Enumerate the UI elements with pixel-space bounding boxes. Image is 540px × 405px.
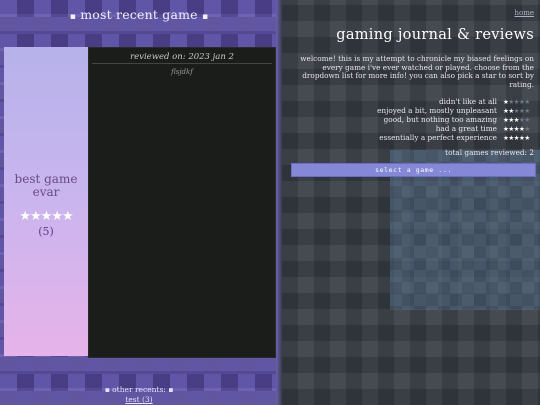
review-date: reviewed on: 2023 jan 2 [130, 52, 234, 62]
review-divider [92, 63, 272, 64]
most-recent-heading: ▪ most recent game ▪ [0, 7, 278, 22]
other-recents-label: other recents: [112, 385, 166, 394]
star-icon[interactable]: ★ [524, 98, 530, 106]
legend-label: enjoyed a bit, mostly unpleasant [377, 106, 497, 115]
star-icon[interactable]: ★ [524, 107, 530, 115]
star-icon[interactable]: ★ [524, 134, 530, 142]
intro-text: welcome! this is my attempt to chronicle… [300, 54, 534, 90]
bullet-icon: ▪ [104, 385, 110, 394]
star-rating-icon[interactable]: ★★★★★ [503, 125, 534, 133]
legend-label: good, but nothing too amazing [383, 115, 497, 124]
star-rating-icon[interactable]: ★★★★★ [503, 134, 534, 142]
legend-row[interactable]: didn't like at all ★★★★★ [286, 97, 534, 106]
featured-game-name: best game evar [14, 172, 78, 199]
featured-game-card[interactable]: best game evar ★★★★★ (5) [4, 47, 88, 356]
review-text: flsjdkf [171, 68, 193, 76]
other-recents-heading: ▪ other recents: ▪ [0, 385, 278, 394]
most-recent-title: most recent game [80, 7, 198, 22]
page-title: gaming journal & reviews [336, 27, 534, 43]
total-games: total games reviewed: 2 [445, 148, 534, 157]
other-recent-link[interactable]: test (3) [0, 395, 278, 404]
star-icon[interactable]: ★ [524, 125, 530, 133]
legend-label: essentially a perfect experience [379, 133, 497, 142]
featured-rating: (5) [38, 225, 54, 238]
star-icon[interactable]: ★ [524, 116, 530, 124]
rating-legend: didn't like at all ★★★★★ enjoyed a bit, … [286, 97, 534, 142]
game-select-dropdown[interactable]: select a game ... [291, 163, 536, 177]
legend-row[interactable]: enjoyed a bit, mostly unpleasant ★★★★★ [286, 106, 534, 115]
review-panel: reviewed on: 2023 jan 2 flsjdkf [88, 47, 276, 358]
square-bullet-icon: ▪ [69, 12, 77, 22]
bullet-icon: ▪ [168, 385, 174, 394]
legend-label: didn't like at all [439, 97, 497, 106]
star-rating-icon[interactable]: ★★★★★ [503, 107, 534, 115]
star-rating-icon[interactable]: ★★★★★ [503, 98, 534, 106]
total-count: 2 [529, 148, 534, 157]
home-link[interactable]: home [514, 9, 534, 17]
legend-row[interactable]: essentially a perfect experience ★★★★★ [286, 133, 534, 142]
square-bullet-icon: ▪ [201, 12, 209, 22]
legend-row[interactable]: good, but nothing too amazing ★★★★★ [286, 115, 534, 124]
legend-row[interactable]: had a great time ★★★★★ [286, 124, 534, 133]
total-label: total games reviewed: [445, 148, 528, 157]
featured-star-icons: ★★★★★ [19, 209, 73, 224]
legend-label: had a great time [435, 124, 497, 133]
star-rating-icon[interactable]: ★★★★★ [503, 116, 534, 124]
